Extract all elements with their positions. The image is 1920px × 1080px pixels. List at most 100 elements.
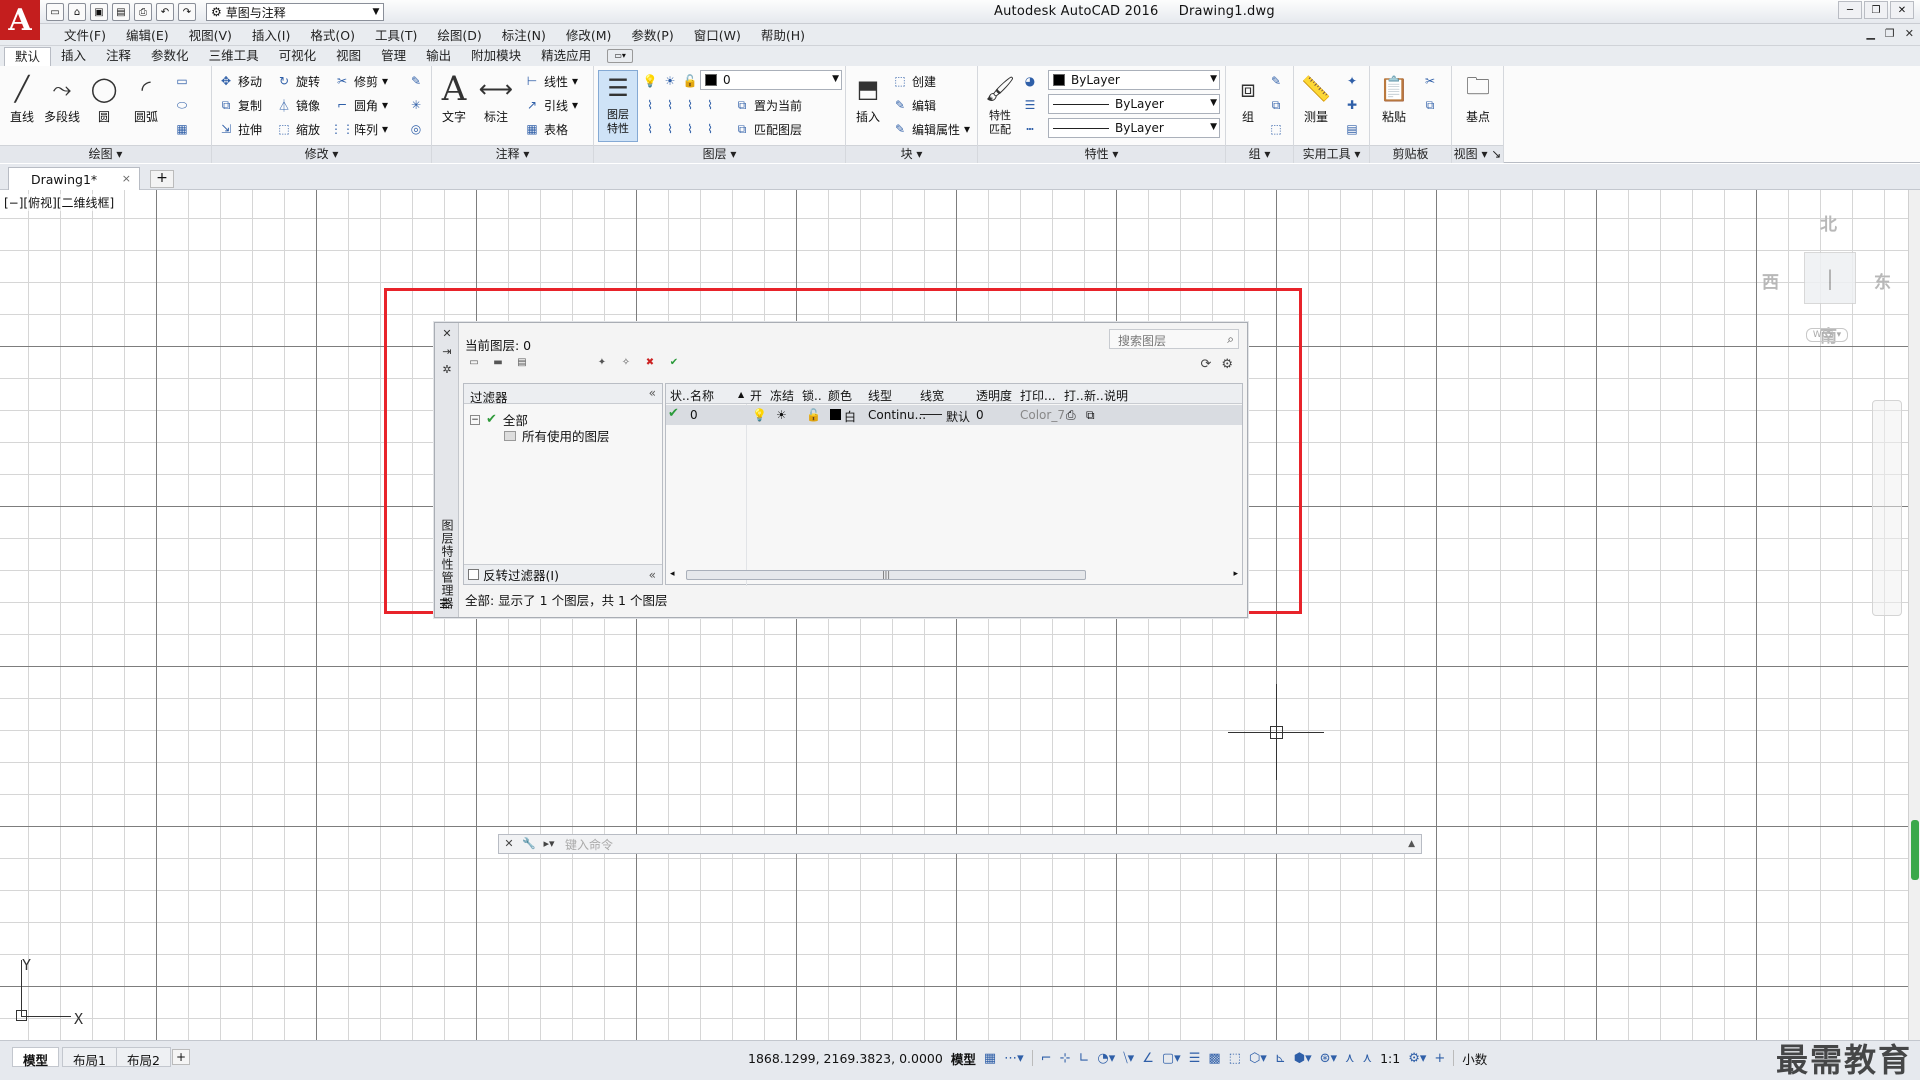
scroll-thumb[interactable]: ||| xyxy=(686,570,1086,580)
group-edit-button[interactable]: ⧉ xyxy=(1268,96,1284,114)
doc-minimize-icon[interactable]: ▁ xyxy=(1866,27,1874,40)
scroll-left-icon[interactable]: ◂ xyxy=(670,569,675,579)
scale-button[interactable]: ⬚ 缩放 xyxy=(276,120,320,138)
units-selector[interactable]: 小数 xyxy=(1462,1049,1487,1068)
3d-osnap-icon[interactable]: ⬡▾ xyxy=(1249,1051,1267,1066)
tab-drawing1[interactable]: Drawing1* × xyxy=(8,167,140,190)
object-snap-icon[interactable]: ▢▾ xyxy=(1162,1051,1181,1066)
ungroup-button[interactable]: ✎ xyxy=(1268,72,1284,90)
dimension-button[interactable]: ⟷ 标注 xyxy=(476,72,516,125)
col-new-vp-freeze[interactable]: 新.. xyxy=(1084,387,1104,404)
col-on[interactable]: 开 xyxy=(750,387,762,404)
layer-plot-style[interactable]: Color_7 xyxy=(1020,408,1065,422)
col-linetype[interactable]: 线型 xyxy=(868,387,892,404)
color-dropdown[interactable]: ByLayer ▼ xyxy=(1048,70,1220,90)
unlock-icon[interactable]: 🔓 xyxy=(806,408,821,422)
group-select-button[interactable]: ⬚ xyxy=(1268,120,1284,138)
layer-properties-button[interactable]: ☰ 图层 特性 xyxy=(598,70,638,142)
erase-button[interactable]: ✎ xyxy=(408,72,424,90)
properties-icon[interactable]: ✲ xyxy=(440,363,454,377)
lineweight-dropdown[interactable]: ByLayer ▼ xyxy=(1048,94,1220,114)
copy-button[interactable]: ⧉ 复制 xyxy=(218,96,262,114)
tab-view[interactable]: 视图 xyxy=(326,47,371,66)
lightbulb-icon[interactable]: 💡 xyxy=(752,408,767,422)
linear-dim-button[interactable]: ⊢ 线性 ▾ xyxy=(524,72,578,90)
hatch-button[interactable]: ▦ xyxy=(174,120,190,138)
menu-window[interactable]: 窗口(W) xyxy=(684,25,751,44)
annotation-monitor-icon[interactable]: + xyxy=(1434,1051,1445,1066)
navigation-bar[interactable] xyxy=(1872,400,1902,616)
panel-group-title[interactable]: 组 ▾ xyxy=(1226,145,1293,163)
scroll-thumb[interactable] xyxy=(1911,820,1919,880)
close-icon[interactable]: ✕ xyxy=(440,327,454,341)
viewcube[interactable]: 北 西 东 南 | WCS ▾ xyxy=(1748,194,1891,347)
search-layers-input[interactable]: 搜索图层 ⌕ xyxy=(1109,329,1239,349)
menu-format[interactable]: 格式(O) xyxy=(300,25,365,44)
invert-filter-checkbox[interactable] xyxy=(468,569,479,580)
tab-layout1[interactable]: 布局1 xyxy=(62,1047,117,1068)
scroll-right-icon[interactable]: ▸ xyxy=(1233,569,1238,579)
ellipse-button[interactable]: ⬭ xyxy=(174,96,190,114)
maximize-icon[interactable]: ❐ xyxy=(1864,1,1888,19)
measure-button[interactable]: 📏 测量 xyxy=(1296,72,1336,125)
panel-modify-title[interactable]: 修改 ▾ xyxy=(212,145,431,163)
fillet-button[interactable]: ⌐ 圆角 ▾ xyxy=(334,96,388,114)
panel-view-title[interactable]: 视图 ▾ ↘ xyxy=(1452,145,1503,163)
polar-tracking-icon[interactable]: ◔▾ xyxy=(1097,1051,1115,1066)
menu-tools[interactable]: 工具(T) xyxy=(365,25,427,44)
current-layer-dropdown[interactable]: 0 ▼ xyxy=(700,70,842,90)
col-lock[interactable]: 锁.. xyxy=(802,387,822,404)
dynamic-ucs-icon[interactable]: ⊾ xyxy=(1275,1051,1286,1066)
menu-parametric[interactable]: 参数(P) xyxy=(621,25,683,44)
command-input[interactable]: 键入命令 xyxy=(565,836,613,853)
layer-linetype[interactable]: Continu... xyxy=(868,408,926,422)
layer-name[interactable]: 0 xyxy=(690,408,698,422)
drawing-canvas[interactable]: [−][俯视][二维线框] 北 西 东 南 | WCS ▾ ✕ ⇥ ✲ 图层特性… xyxy=(0,190,1908,1040)
col-plot[interactable]: 打.. xyxy=(1064,387,1084,404)
selection-filter-icon[interactable]: ⬢▾ xyxy=(1294,1051,1312,1066)
auto-scale-icon[interactable]: ⋏ xyxy=(1363,1051,1373,1066)
tab-addins[interactable]: 附加模块 xyxy=(461,47,531,66)
layer-tools-row-3[interactable]: ⌇ ⌇ ⌇ ⌇ xyxy=(642,120,718,138)
insert-block-button[interactable]: ⬒ 插入 xyxy=(848,72,888,125)
menu-modify[interactable]: 修改(M) xyxy=(556,25,622,44)
close-command-line-icon[interactable]: ✕ xyxy=(499,835,519,853)
tab-home[interactable]: 默认 xyxy=(4,47,52,66)
explode-button[interactable]: ✳ xyxy=(408,96,424,114)
rotate-button[interactable]: ↻ 旋转 xyxy=(276,72,320,90)
tab-layout2[interactable]: 布局2 xyxy=(116,1047,171,1068)
match-layer-button[interactable]: ⧉ 匹配图层 xyxy=(734,120,802,138)
layer-row[interactable]: ✔ 0 💡 ☀ 🔓 白 Continu... 默认 0 Color_7 ⎙ ⧉ xyxy=(666,405,1242,425)
tab-output[interactable]: 输出 xyxy=(416,47,461,66)
viewport-controls[interactable]: [−][俯视][二维线框] xyxy=(4,194,115,211)
panel-utilities-title[interactable]: 实用工具 ▾ xyxy=(1294,145,1369,163)
tab-manage[interactable]: 管理 xyxy=(371,47,416,66)
new-tab-button[interactable]: + xyxy=(150,170,174,188)
col-plot-style[interactable]: 打印... xyxy=(1020,387,1055,404)
menu-view[interactable]: 视图(V) xyxy=(179,25,242,44)
recent-commands-icon[interactable]: ▸▾ xyxy=(539,835,559,853)
rectangle-button[interactable]: ▭ xyxy=(174,72,190,90)
col-lineweight[interactable]: 线宽 xyxy=(920,387,944,404)
new-group-filter-icon[interactable]: ▬ xyxy=(489,357,507,371)
mirror-button[interactable]: ⏃ 镜像 xyxy=(276,96,320,114)
close-icon[interactable]: ✕ xyxy=(1890,1,1914,19)
circle-button[interactable]: ◯ 圆 xyxy=(84,72,124,125)
panel-draw-title[interactable]: 绘图 ▾ xyxy=(0,145,211,163)
menu-dimension[interactable]: 标注(N) xyxy=(492,25,556,44)
panel-layers-title[interactable]: 图层 ▾ xyxy=(594,145,845,163)
workspace-switch-icon[interactable]: ⚙▾ xyxy=(1408,1051,1426,1066)
match-properties-button[interactable]: 🖌 特性 匹配 xyxy=(980,72,1020,136)
new-file-icon[interactable]: ▭ xyxy=(46,3,64,21)
annotation-visibility-icon[interactable]: ⋏ xyxy=(1345,1051,1355,1066)
layer-color[interactable]: 白 xyxy=(844,408,856,425)
cut-button[interactable]: ✂ xyxy=(1422,72,1438,90)
object-snap-tracking-icon[interactable]: ∠ xyxy=(1142,1051,1154,1066)
layer-transparency[interactable]: 0 xyxy=(976,408,984,422)
color-swatch[interactable] xyxy=(830,409,841,420)
collapse-pane-icon[interactable]: « xyxy=(649,386,656,400)
ortho-icon[interactable]: ∟ xyxy=(1078,1051,1089,1066)
panel-block-title[interactable]: 块 ▾ xyxy=(846,145,977,163)
col-color[interactable]: 颜色 xyxy=(828,387,852,404)
edit-block-button[interactable]: ✎ 编辑 xyxy=(892,96,936,114)
